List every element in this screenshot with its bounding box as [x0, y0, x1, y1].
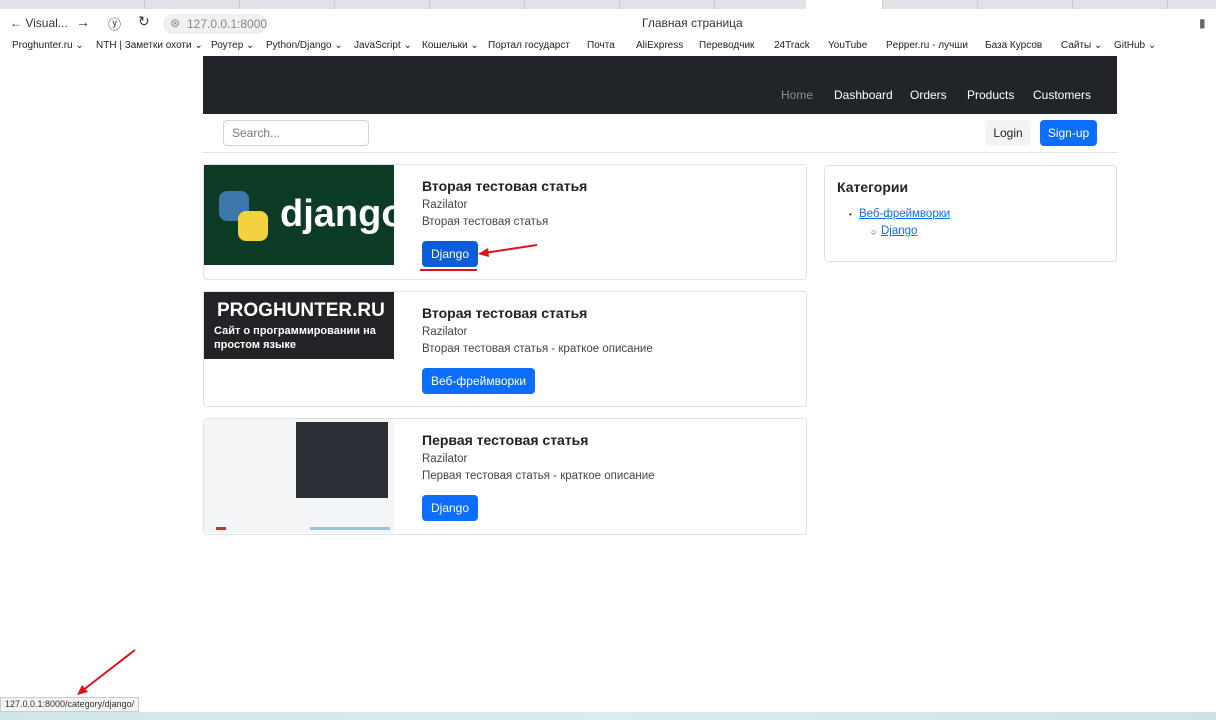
annotation-arrowhead	[478, 248, 489, 257]
link-status-bar: 127.0.0.1:8000/category/django/	[0, 697, 140, 712]
annotation-arrow	[483, 244, 538, 254]
taskbar	[0, 712, 1216, 720]
annotation-overlay	[0, 244, 538, 714]
annotation-arrow	[81, 649, 136, 692]
